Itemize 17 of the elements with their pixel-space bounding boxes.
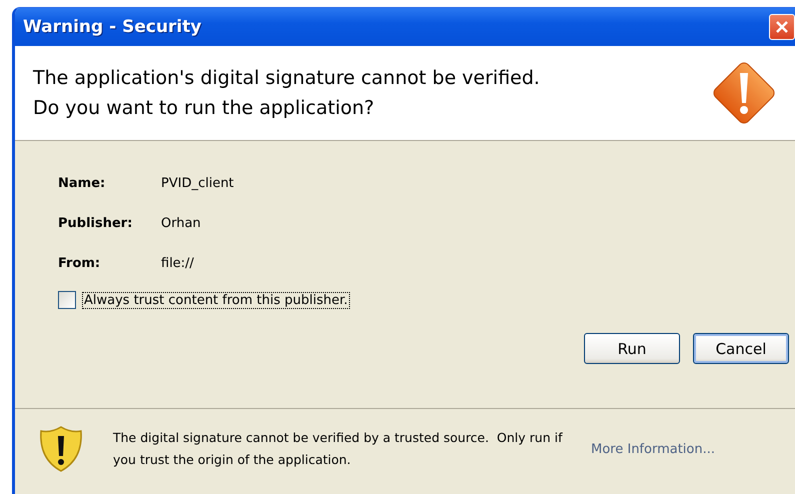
- more-information-link[interactable]: More Information...: [591, 442, 716, 456]
- checkbox-label[interactable]: Always trust content from this publisher.: [82, 292, 350, 308]
- field-label: Publisher:: [58, 216, 134, 230]
- run-button[interactable]: Run: [584, 333, 680, 364]
- field-value: Orhan: [161, 216, 201, 230]
- trust-checkbox[interactable]: [58, 291, 76, 309]
- window-title: Warning - Security: [23, 17, 202, 37]
- close-button[interactable]: [769, 14, 795, 40]
- footer-message: The digital signature cannot be verified by a trusted source. Only run if you trust the origin of the application.: [113, 429, 563, 469]
- close-icon[interactable]: [774, 19, 790, 35]
- cancel-button[interactable]: Cancel: [693, 333, 789, 364]
- warning-shield-icon: [37, 425, 85, 473]
- field-value: PVID_client: [161, 176, 234, 190]
- warning-heading: The application's digital signature cannot be verified. Do you want to run the application?: [33, 66, 540, 121]
- field-label: Name:: [58, 176, 106, 190]
- field-value: file://: [161, 256, 194, 270]
- field-label: From:: [58, 256, 102, 270]
